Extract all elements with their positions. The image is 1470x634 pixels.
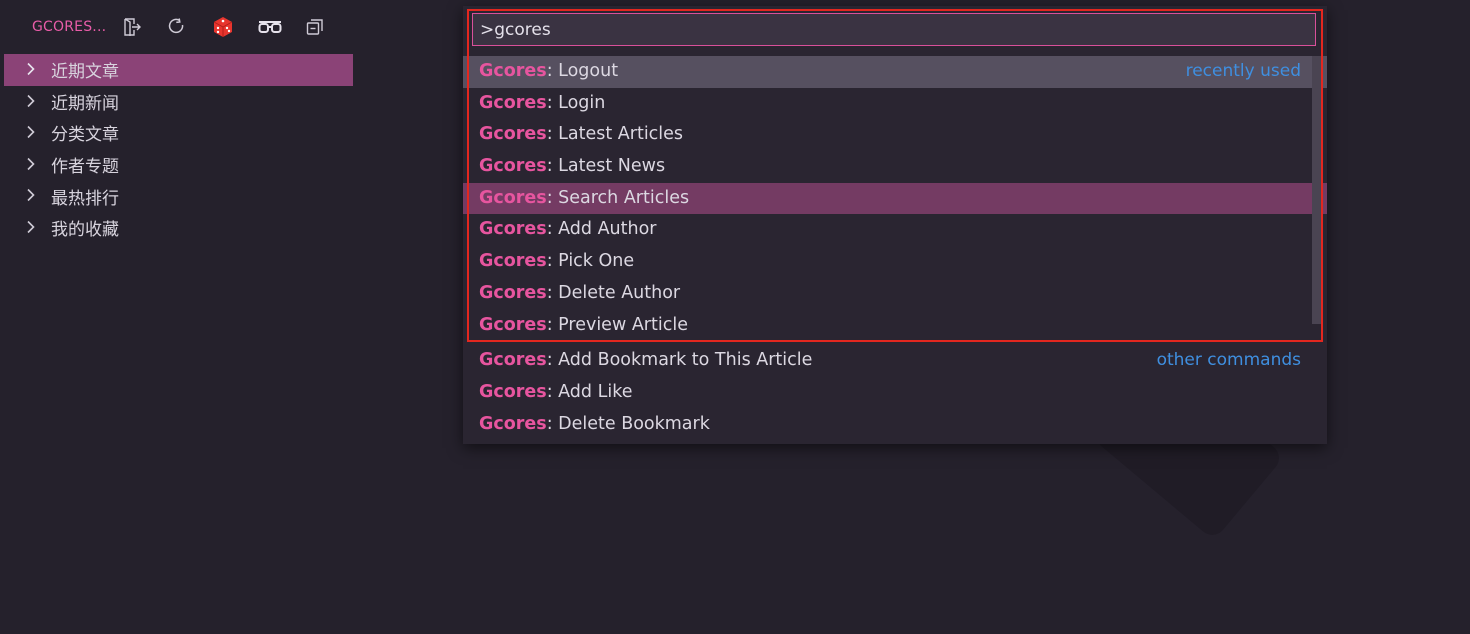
collapse-all-icon[interactable] — [304, 16, 326, 38]
command-label: : Add Author — [546, 219, 657, 240]
tree-item-favorites[interactable]: 我的收藏 — [0, 212, 354, 244]
other-commands-tag: other commands — [1156, 350, 1301, 371]
command-prefix: Gcores — [479, 187, 547, 208]
command-item-login[interactable]: Gcores: Login — [463, 88, 1327, 120]
category-tree: 近期文章 近期新闻 分类文章 作者专题 最热排行 我的收藏 — [0, 54, 354, 244]
command-item-add-bookmark[interactable]: Gcores: Add Bookmark to This Article oth… — [463, 345, 1327, 377]
command-item-preview-article[interactable]: Gcores: Preview Article — [463, 310, 1327, 342]
command-prefix: Gcores — [479, 219, 547, 240]
command-prefix: Gcores — [479, 314, 547, 335]
command-prefix: Gcores — [479, 413, 547, 434]
chevron-right-icon — [27, 157, 35, 170]
recently-used-tag: recently used — [1185, 61, 1301, 81]
command-prefix: Gcores — [479, 282, 547, 303]
command-prefix: Gcores — [479, 381, 547, 402]
sidebar-title: GCORES... — [32, 19, 107, 35]
refresh-icon[interactable] — [166, 16, 188, 38]
command-label: : Logout — [546, 61, 619, 81]
command-prefix: Gcores — [479, 92, 547, 113]
dice-icon[interactable] — [212, 16, 234, 38]
tree-item-category-articles[interactable]: 分类文章 — [0, 117, 354, 149]
command-label: : Add Like — [546, 381, 633, 402]
command-prefix: Gcores — [479, 156, 547, 177]
glasses-icon[interactable] — [257, 16, 283, 38]
tree-item-label: 最热排行 — [51, 188, 119, 209]
command-item-add-author[interactable]: Gcores: Add Author — [463, 214, 1327, 246]
tree-item-author-topics[interactable]: 作者专题 — [0, 149, 354, 181]
tree-item-recent-news[interactable]: 近期新闻 — [0, 86, 354, 118]
chevron-right-icon — [27, 94, 35, 107]
command-input[interactable] — [472, 13, 1316, 46]
tree-item-label: 我的收藏 — [51, 220, 119, 241]
command-item-latest-news[interactable]: Gcores: Latest News — [463, 151, 1327, 183]
tree-item-recent-articles[interactable]: 近期文章 — [4, 54, 353, 86]
chevron-right-icon — [27, 126, 35, 139]
explorer-sidebar: GCORES... 近期文章 近期新闻 分类文章 作者专题 最热排行 我的收藏 — [0, 0, 354, 634]
command-label: : Search Articles — [546, 187, 690, 208]
command-item-delete-bookmark[interactable]: Gcores: Delete Bookmark — [463, 409, 1327, 441]
command-item-add-like[interactable]: Gcores: Add Like — [463, 377, 1327, 409]
command-list: Gcores: Logout recently used Gcores: Log… — [463, 56, 1327, 440]
command-label: : Delete Bookmark — [546, 413, 710, 434]
chevron-right-icon — [27, 189, 35, 202]
command-prefix: Gcores — [479, 251, 547, 272]
tree-item-hottest[interactable]: 最热排行 — [0, 180, 354, 212]
command-label: : Preview Article — [546, 314, 688, 335]
tree-item-label: 分类文章 — [51, 125, 119, 146]
command-item-latest-articles[interactable]: Gcores: Latest Articles — [463, 119, 1327, 151]
sidebar-header: GCORES... — [0, 0, 354, 54]
command-item-delete-author[interactable]: Gcores: Delete Author — [463, 278, 1327, 310]
command-label: : Login — [546, 92, 606, 113]
chevron-right-icon — [27, 220, 35, 234]
command-label: : Pick One — [546, 251, 635, 272]
chevron-right-icon — [27, 62, 35, 76]
command-item-pick-one[interactable]: Gcores: Pick One — [463, 246, 1327, 278]
tree-item-label: 作者专题 — [51, 157, 119, 178]
command-label: : Delete Author — [546, 282, 681, 303]
tree-item-label: 近期文章 — [51, 62, 119, 83]
command-label: : Latest News — [546, 156, 666, 177]
command-prefix: Gcores — [479, 61, 547, 81]
command-item-search-articles[interactable]: Gcores: Search Articles — [463, 182, 1327, 215]
command-item-logout[interactable]: Gcores: Logout recently used — [463, 56, 1327, 88]
command-prefix: Gcores — [479, 124, 547, 145]
command-label: : Add Bookmark to This Article — [546, 350, 813, 371]
command-label: : Latest Articles — [546, 124, 684, 145]
command-prefix: Gcores — [479, 350, 547, 371]
tree-item-label: 近期新闻 — [51, 93, 119, 114]
command-list-scrollbar[interactable] — [1312, 56, 1322, 324]
logout-icon[interactable] — [121, 16, 143, 38]
